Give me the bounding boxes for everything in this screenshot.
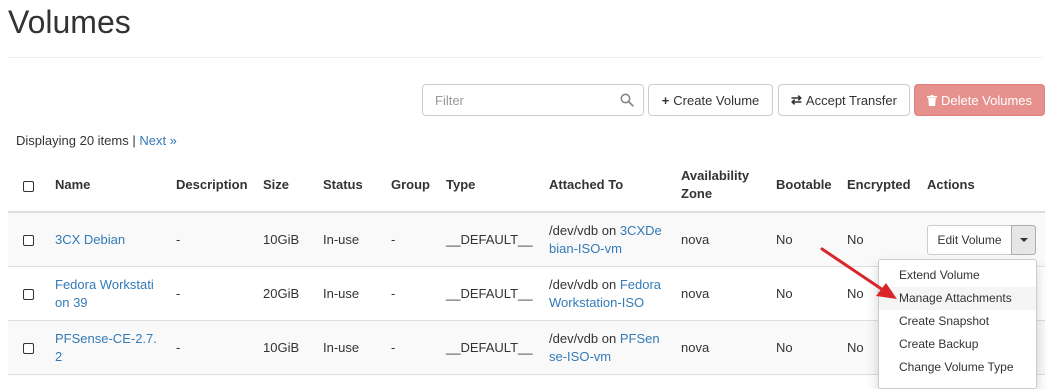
plus-icon: +: [661, 92, 670, 108]
bootable-value: No: [776, 286, 793, 301]
volume-size: 20GiB: [263, 286, 300, 301]
instance-link[interactable]: Fedora: [620, 277, 661, 292]
actions-dropdown-menu: Extend Volume Manage Attachments Create …: [878, 259, 1037, 389]
instance-link[interactable]: 3CXDe: [620, 223, 662, 238]
bootable-value: No: [776, 232, 793, 247]
encrypted-value: No: [847, 286, 864, 301]
exchange-icon: ⇄: [791, 92, 802, 107]
row-actions: Edit Volume: [927, 225, 1036, 255]
volume-size: 10GiB: [263, 232, 300, 247]
attached-device: /dev/vdb on: [549, 331, 620, 346]
volume-status: In-use: [323, 340, 360, 355]
header-status[interactable]: Status: [323, 176, 363, 194]
availability-zone: nova: [681, 286, 710, 301]
header-description[interactable]: Description: [176, 176, 248, 194]
row-checkbox[interactable]: [23, 289, 34, 300]
next-page-link[interactable]: Next »: [139, 133, 177, 148]
select-all-checkbox[interactable]: [23, 181, 34, 192]
menu-item-manage-attachments[interactable]: Manage Attachments: [879, 287, 1036, 310]
volume-name-link[interactable]: 3CX Debian: [55, 232, 125, 247]
item-count: Displaying 20 items | Next »: [16, 133, 177, 148]
accept-transfer-label: Accept Transfer: [805, 92, 897, 108]
volume-description: -: [176, 286, 181, 301]
header-attached-to[interactable]: Attached To: [549, 176, 623, 194]
volume-type: __DEFAULT__: [446, 232, 533, 247]
volume-status: In-use: [323, 232, 360, 247]
delete-volumes-label: Delete Volumes: [940, 92, 1033, 108]
attached-to: /dev/vdb on PFSen: [549, 330, 660, 348]
menu-item-create-backup[interactable]: Create Backup: [879, 333, 1036, 356]
title-divider: [8, 57, 1043, 58]
header-zone-line1[interactable]: Availability: [681, 167, 749, 185]
encrypted-value: No: [847, 340, 864, 355]
instance-link[interactable]: PFSen: [620, 331, 660, 346]
volume-type: __DEFAULT__: [446, 286, 533, 301]
page-title: Volumes: [8, 4, 131, 40]
attached-to: /dev/vdb on 3CXDe: [549, 222, 662, 240]
volume-group: -: [391, 232, 396, 247]
filter-box[interactable]: [422, 84, 644, 116]
volume-description: -: [176, 340, 181, 355]
header-size[interactable]: Size: [263, 176, 289, 194]
attached-to: /dev/vdb on Fedora: [549, 276, 661, 294]
bootable-value: No: [776, 340, 793, 355]
row-checkbox[interactable]: [23, 343, 34, 354]
delete-volumes-button[interactable]: Delete Volumes: [914, 84, 1045, 116]
chevron-down-icon: [1019, 238, 1028, 242]
header-actions: Actions: [927, 177, 975, 192]
volume-name-link[interactable]: Fedora Workstati: [55, 277, 154, 292]
header-type[interactable]: Type: [446, 176, 475, 194]
trash-icon: [926, 94, 937, 106]
row-checkbox[interactable]: [23, 235, 34, 246]
encrypted-value: No: [847, 232, 864, 247]
volume-status: In-use: [323, 286, 360, 301]
availability-zone: nova: [681, 232, 710, 247]
availability-zone: nova: [681, 340, 710, 355]
create-volume-label: Create Volume: [673, 92, 760, 108]
search-icon[interactable]: [620, 93, 634, 107]
edit-volume-button[interactable]: Edit Volume: [927, 225, 1011, 255]
filter-input[interactable]: [423, 85, 637, 115]
accept-transfer-button[interactable]: ⇄ Accept Transfer: [778, 84, 910, 116]
create-volume-button[interactable]: + Create Volume: [648, 84, 773, 116]
header-bootable[interactable]: Bootable: [776, 176, 832, 194]
instance-link-cont[interactable]: bian-ISO-vm: [549, 241, 622, 256]
item-count-text: Displaying 20 items |: [16, 133, 140, 148]
menu-item-extend-volume[interactable]: Extend Volume: [879, 264, 1036, 287]
attached-device: /dev/vdb on: [549, 277, 620, 292]
volume-name-link-cont[interactable]: 2: [55, 349, 62, 364]
volume-name-link-cont[interactable]: on 39: [55, 295, 88, 310]
volume-type: __DEFAULT__: [446, 340, 533, 355]
menu-item-create-snapshot[interactable]: Create Snapshot: [879, 310, 1036, 333]
attached-device: /dev/vdb on: [549, 223, 620, 238]
table-header: Name Description Size Status Group Type …: [8, 157, 1045, 213]
header-group[interactable]: Group: [391, 176, 430, 194]
instance-link-cont[interactable]: Workstation-ISO: [549, 295, 644, 310]
header-zone-line2[interactable]: Zone: [681, 185, 712, 203]
volume-name-link[interactable]: PFSense-CE-2.7.: [55, 331, 157, 346]
volume-group: -: [391, 286, 396, 301]
volume-group: -: [391, 340, 396, 355]
header-encrypted[interactable]: Encrypted: [847, 176, 911, 194]
instance-link-cont[interactable]: se-ISO-vm: [549, 349, 611, 364]
actions-dropdown-toggle[interactable]: [1011, 225, 1036, 255]
header-name[interactable]: Name: [55, 176, 90, 194]
volume-size: 10GiB: [263, 340, 300, 355]
volume-description: -: [176, 232, 181, 247]
